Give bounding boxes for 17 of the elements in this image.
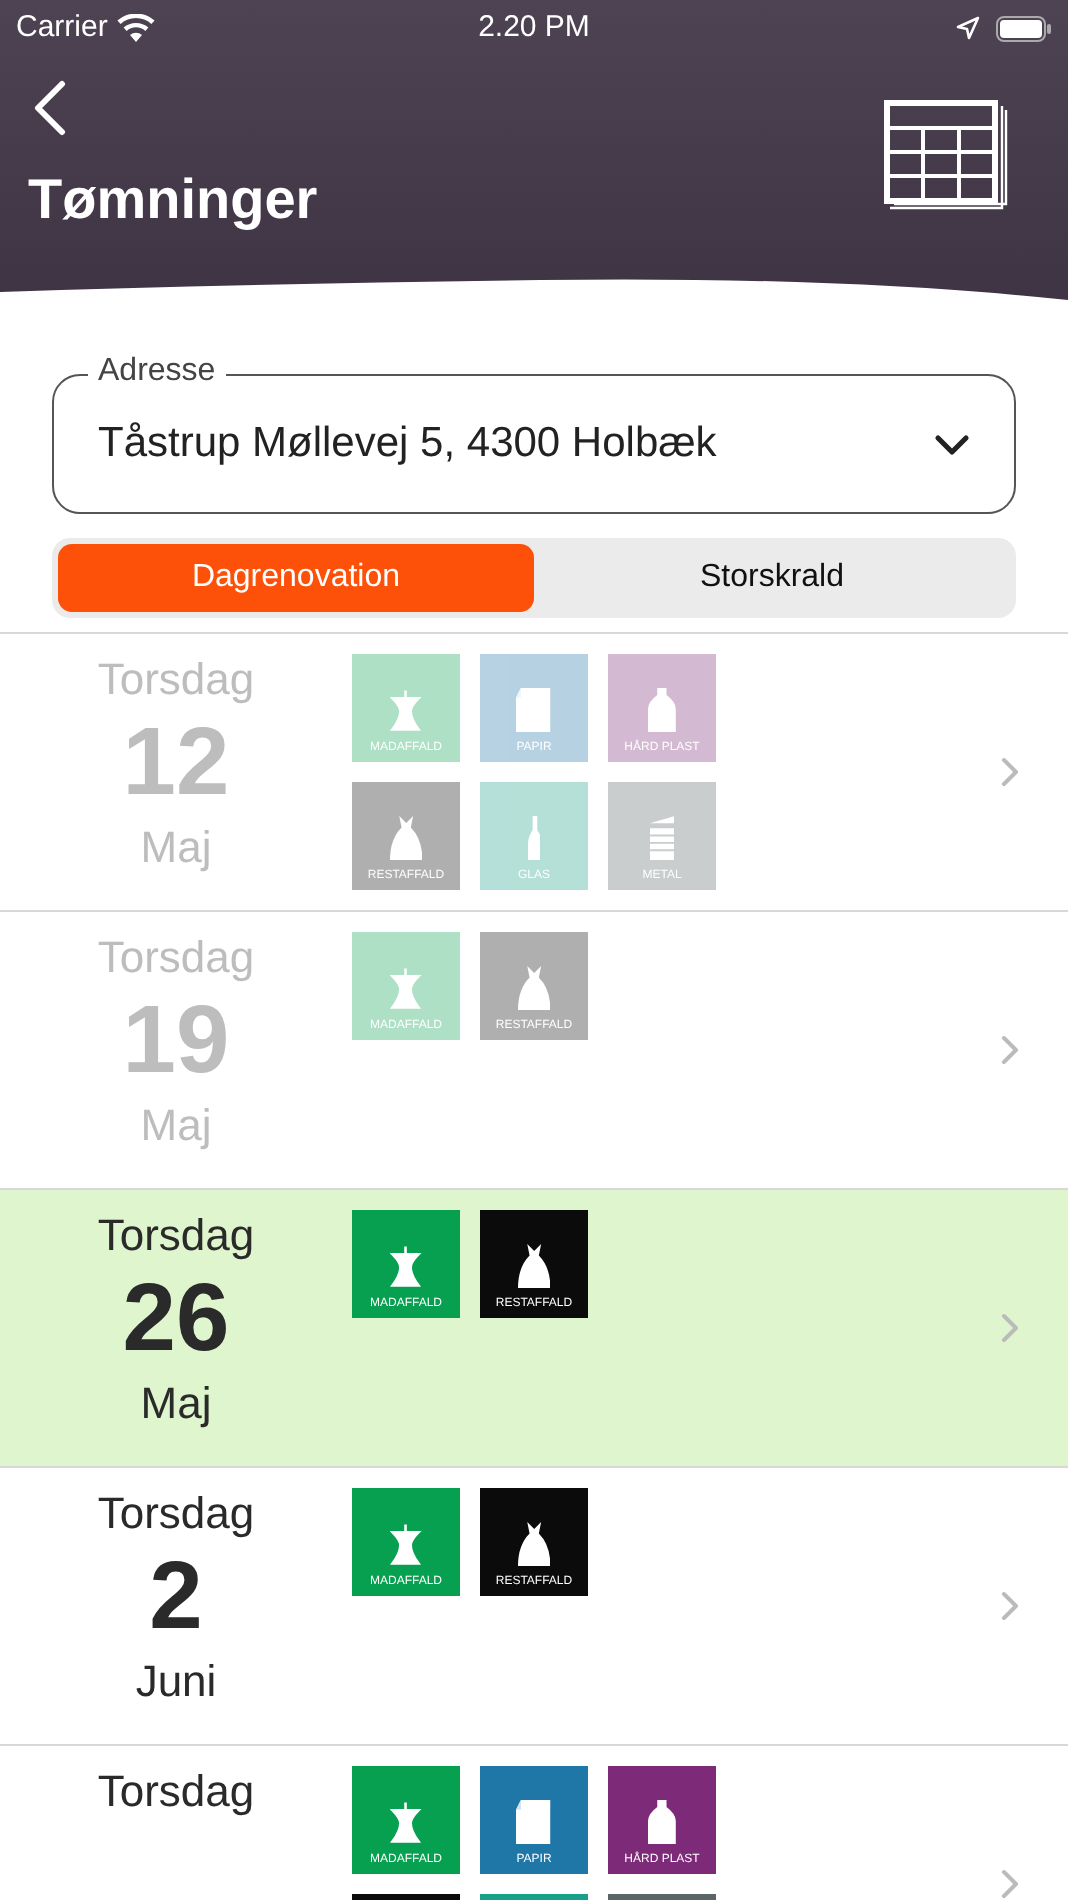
- day-number: 19: [120, 986, 232, 1098]
- weekday-label: Torsdag: [95, 1766, 257, 1818]
- weekday-label: Torsdag: [95, 932, 257, 984]
- segment-tab[interactable]: Storskrald: [534, 544, 1010, 612]
- weekday-label: Torsdag: [95, 1488, 257, 1540]
- weekday-label: Torsdag: [95, 1210, 257, 1262]
- month-label: Maj: [138, 1378, 214, 1430]
- month-label: Maj: [138, 1100, 214, 1152]
- day-number: 12: [120, 708, 232, 820]
- status-time: 2.20 PM: [476, 7, 592, 48]
- day-number: 2: [147, 1542, 205, 1654]
- month-label: Maj: [138, 822, 214, 874]
- day-number: 26: [120, 1264, 232, 1376]
- weekday-label: Torsdag: [95, 654, 257, 706]
- carrier-label: Carrier: [16, 7, 108, 48]
- page-title: Tømninger: [26, 172, 318, 228]
- month-label: Juni: [133, 1656, 219, 1708]
